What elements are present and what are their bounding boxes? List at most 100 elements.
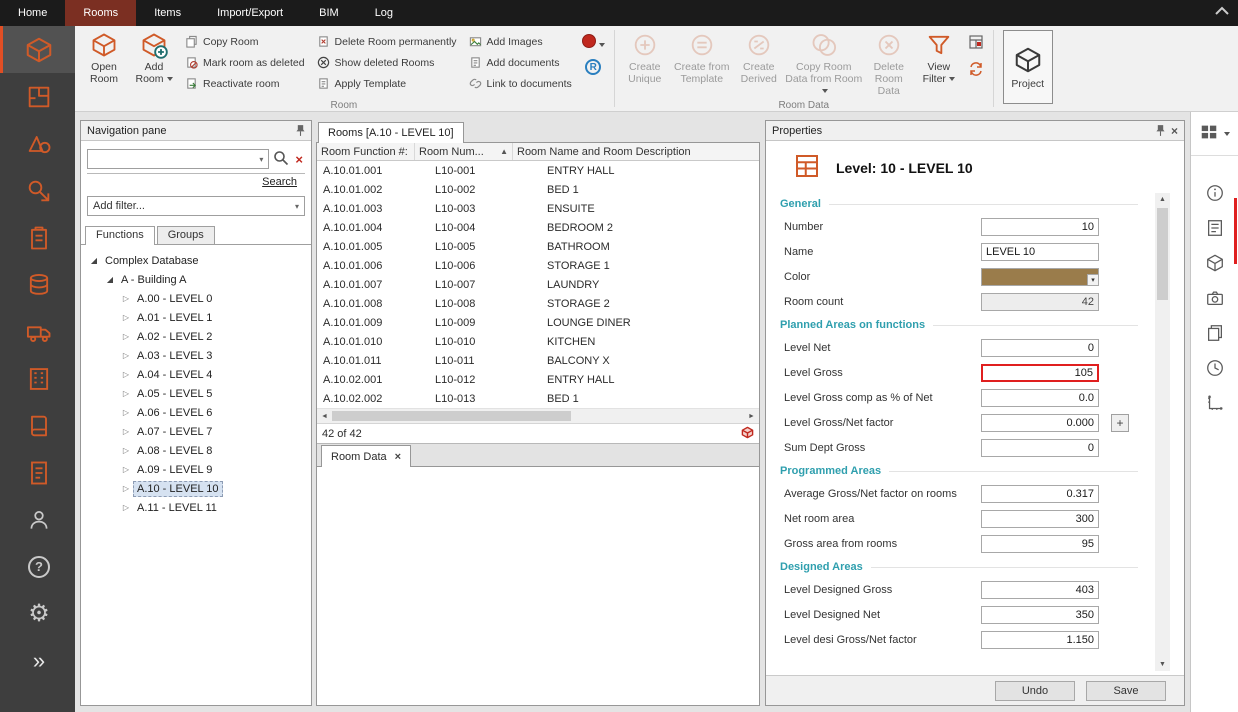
reactivate-room-button[interactable]: Reactivate room [182,75,308,92]
menu-tab-import-export[interactable]: Import/Export [199,0,301,26]
finance-icon[interactable] [0,261,75,308]
search-link[interactable]: Search [262,176,297,188]
table-row[interactable]: A.10.02.002 L10-013 BED 1 [317,389,759,408]
dimensions-icon[interactable] [1202,392,1228,414]
show-deleted-rooms-button[interactable]: Show deleted Rooms [314,54,460,71]
add-filter-dropdown[interactable]: Add filter... ▾ [87,196,305,216]
table-row[interactable]: A.10.01.004 L10-004 BEDROOM 2 [317,218,759,237]
collapsed-icon[interactable]: ▷ [119,503,133,512]
table-row[interactable]: A.10.01.001 L10-001 ENTRY HALL [317,161,759,180]
copy-room-data-button[interactable]: Copy Room Data from Room [784,28,864,100]
column-room-function[interactable]: Room Function #: [317,143,415,160]
catalog-icon[interactable] [0,402,75,449]
panel-grid-icon[interactable] [968,34,984,53]
table-row[interactable]: A.10.01.003 L10-003 ENSUITE [317,199,759,218]
pin-icon[interactable] [296,124,305,137]
close-icon[interactable]: × [1171,124,1178,138]
open-room-button[interactable]: Open Room [79,28,129,98]
room-data-tab[interactable]: Room Data × [321,445,411,467]
search-icon[interactable] [273,150,289,169]
table-row[interactable]: A.10.01.005 L10-005 BATHROOM [317,237,759,256]
collapsed-icon[interactable]: ▷ [119,370,133,379]
clipboard-icon[interactable] [0,214,75,261]
scroll-left-icon[interactable]: ◄ [317,413,332,420]
table-row[interactable]: A.10.01.011 L10-011 BALCONY X [317,351,759,370]
search-input[interactable]: ▾ [87,149,269,169]
level-gross-input[interactable] [981,364,1099,382]
history-clock-icon[interactable] [1202,357,1228,379]
vertical-scrollbar[interactable]: ▲ ▼ [1155,193,1170,671]
chevron-down-icon[interactable] [1224,132,1230,136]
items-icon[interactable] [0,167,75,214]
collapse-ribbon-icon[interactable] [1214,5,1230,20]
collapsed-icon[interactable]: ▷ [119,446,133,455]
horizontal-scrollbar[interactable]: ◄ ► [317,408,759,423]
tree-item-level[interactable]: ▷A.09 - LEVEL 9 [83,460,309,479]
tree-item-level[interactable]: ▷A.03 - LEVEL 3 [83,346,309,365]
room-plan-icon[interactable] [0,73,75,120]
collapsed-icon[interactable]: ▷ [119,294,133,303]
pin-icon[interactable] [1156,124,1165,137]
collapsed-icon[interactable]: ▷ [119,332,133,341]
view-filter-button[interactable]: View Filter [914,28,964,98]
gross-net-factor-input[interactable] [981,414,1099,432]
menu-tab-bim[interactable]: BIM [301,0,357,26]
rooms-tab[interactable]: Rooms [A.10 - LEVEL 10] [318,122,464,143]
link-documents-button[interactable]: Link to documents [466,75,575,92]
scroll-down-icon[interactable]: ▼ [1155,658,1170,671]
tree-item-building[interactable]: ◢A - Building A [83,270,309,289]
add-button[interactable]: + [1111,414,1129,432]
table-row[interactable]: A.10.02.001 L10-012 ENTRY HALL [317,370,759,389]
chevron-down-icon[interactable]: ▾ [254,155,268,164]
collapsed-icon[interactable]: ▷ [119,313,133,322]
gross-area-rooms-input[interactable] [981,535,1099,553]
shapes-icon[interactable] [0,120,75,167]
search-text-field[interactable] [88,151,254,167]
tree-item-level[interactable]: ▷A.11 - LEVEL 11 [83,498,309,517]
user-icon[interactable] [0,496,75,543]
delete-room-data-button[interactable]: Delete Room Data [864,28,914,100]
net-room-area-input[interactable] [981,510,1099,528]
collapsed-icon[interactable]: ▷ [119,351,133,360]
mark-room-deleted-button[interactable]: Mark room as deleted [182,54,308,71]
help-icon[interactable]: ? [0,543,75,590]
tree-item-level[interactable]: ▷A.00 - LEVEL 0 [83,289,309,308]
table-row[interactable]: A.10.01.002 L10-002 BED 1 [317,180,759,199]
delete-room-permanently-button[interactable]: Delete Room permanently [314,33,460,50]
expanded-icon[interactable]: ◢ [87,256,101,265]
add-room-button[interactable]: Add Room [129,28,179,98]
number-input[interactable] [981,218,1099,236]
building-icon[interactable] [0,355,75,402]
collapsed-icon[interactable]: ▷ [119,484,133,493]
column-room-number[interactable]: Room Num...▲ [415,143,513,160]
scrollbar-thumb[interactable] [332,411,571,421]
tree-item-level[interactable]: ▷A.02 - LEVEL 2 [83,327,309,346]
scroll-right-icon[interactable]: ► [744,413,759,420]
table-row[interactable]: A.10.01.009 L10-009 LOUNGE DINER [317,313,759,332]
collapsed-icon[interactable]: ▷ [119,465,133,474]
table-row[interactable]: A.10.01.006 L10-006 STORAGE 1 [317,256,759,275]
rooms-icon[interactable] [0,26,75,73]
reports-icon[interactable] [0,449,75,496]
save-button[interactable]: Save [1086,681,1166,701]
r-circle-icon[interactable]: R [585,59,601,75]
tree-item-level[interactable]: ▷A.01 - LEVEL 1 [83,308,309,327]
designed-net-input[interactable] [981,606,1099,624]
scroll-up-icon[interactable]: ▲ [1155,193,1170,206]
scrollbar-track[interactable] [332,409,744,423]
designed-gross-input[interactable] [981,581,1099,599]
table-row[interactable]: A.10.01.010 L10-010 KITCHEN [317,332,759,351]
layout-grid-icon[interactable] [1199,122,1219,145]
menu-tab-rooms[interactable]: Rooms [65,0,136,26]
tree-item-level[interactable]: ▷A.08 - LEVEL 8 [83,441,309,460]
level-net-input[interactable] [981,339,1099,357]
project-button[interactable]: Project [1003,30,1053,104]
tree-item-level[interactable]: ▷A.06 - LEVEL 6 [83,403,309,422]
name-input[interactable] [981,243,1099,261]
tab-groups[interactable]: Groups [157,226,215,244]
close-tab-icon[interactable]: × [395,451,401,463]
create-from-template-button[interactable]: Create from Template [670,28,734,98]
documents-panel-icon[interactable] [1202,322,1228,344]
gross-comp-input[interactable] [981,389,1099,407]
sum-dept-gross-input[interactable] [981,439,1099,457]
